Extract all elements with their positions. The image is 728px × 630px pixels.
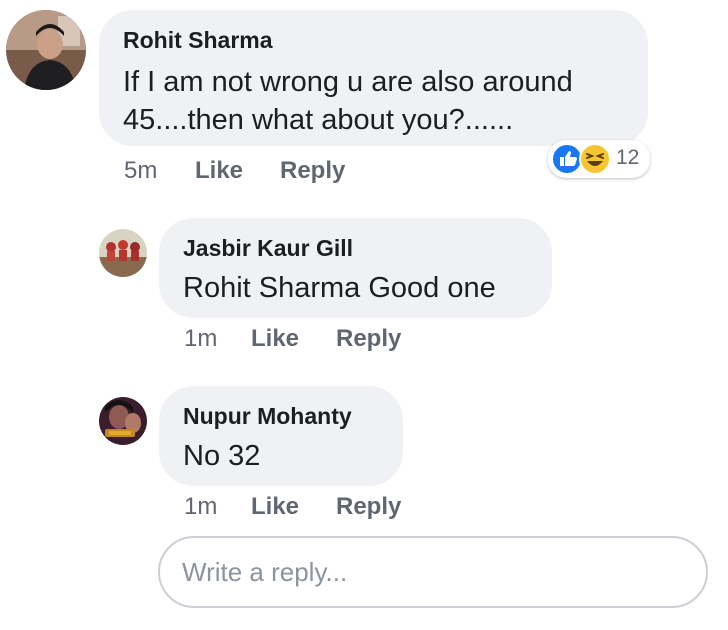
reply-button[interactable]: Reply — [280, 157, 345, 185]
reply-box[interactable] — [158, 536, 708, 608]
comment-timestamp[interactable]: 1m — [184, 325, 217, 353]
avatar-photo-icon — [99, 229, 147, 277]
avatar[interactable] — [6, 10, 86, 90]
comment-text: No 32 — [183, 440, 261, 472]
reply-button[interactable]: Reply — [336, 325, 401, 353]
comment-text: Rohit Sharma Good one — [183, 272, 496, 304]
comment-timestamp[interactable]: 1m — [184, 493, 217, 521]
comment-timestamp[interactable]: 5m — [124, 157, 157, 185]
avatar[interactable] — [99, 229, 147, 277]
like-button[interactable]: Like — [251, 493, 299, 521]
comment-author[interactable]: Jasbir Kaur Gill — [183, 235, 353, 262]
reply-button[interactable]: Reply — [336, 493, 401, 521]
avatar-photo-icon — [6, 10, 86, 90]
comment-bubble: Jasbir Kaur Gill Rohit Sharma Good one — [159, 218, 552, 318]
avatar[interactable] — [99, 397, 147, 445]
like-button[interactable]: Like — [195, 157, 243, 185]
comment-bubble: Rohit Sharma If I am not wrong u are als… — [99, 10, 648, 146]
like-button[interactable]: Like — [251, 325, 299, 353]
comment-bubble: Nupur Mohanty No 32 — [159, 386, 403, 486]
comment-author[interactable]: Rohit Sharma — [123, 27, 273, 54]
laugh-icon — [579, 143, 611, 175]
comment-author[interactable]: Nupur Mohanty — [183, 403, 352, 430]
reaction-count: 12 — [616, 146, 640, 169]
avatar-photo-icon — [99, 397, 147, 445]
comment-text: If I am not wrong u are also around — [123, 66, 573, 98]
reply-input[interactable] — [182, 552, 682, 592]
reaction-summary[interactable]: 12 — [548, 140, 650, 178]
comment-thread: Rohit Sharma If I am not wrong u are als… — [0, 0, 728, 630]
comment-text: 45....then what about you?...... — [123, 104, 514, 136]
